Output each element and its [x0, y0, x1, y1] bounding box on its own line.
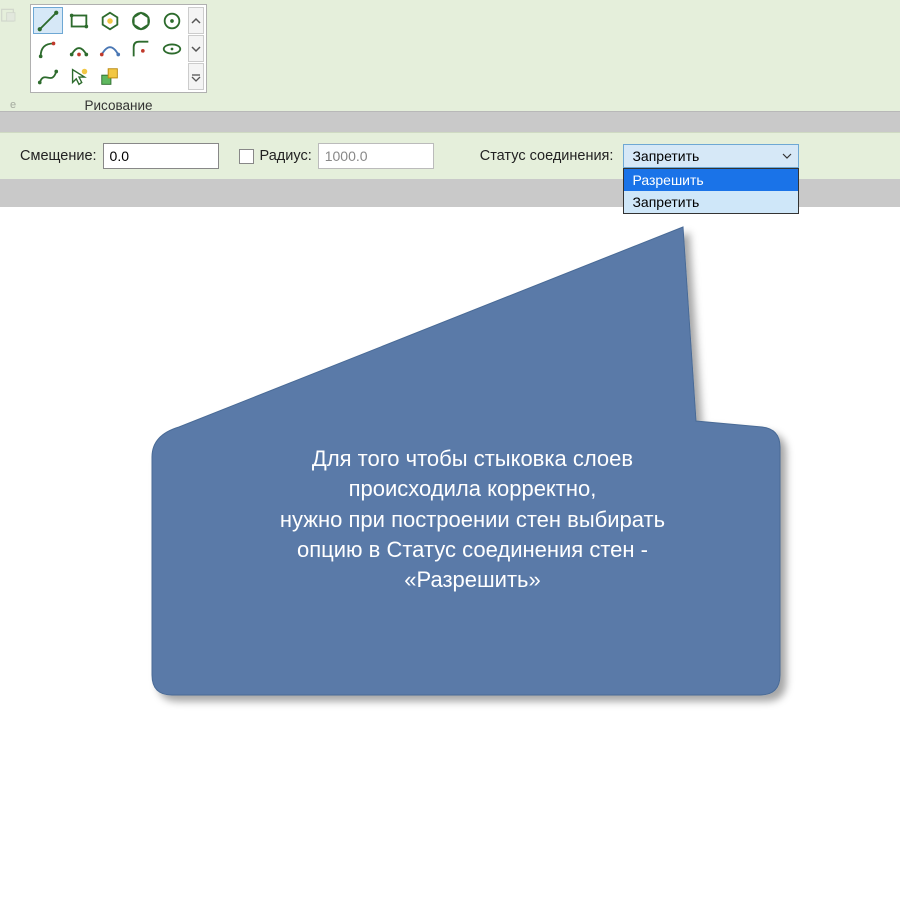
combo-option-deny[interactable]: Запретить: [624, 191, 798, 213]
ellipse-icon: [161, 38, 183, 60]
draw-panel: Рисование: [26, 0, 211, 111]
stub-letter: e: [0, 99, 26, 111]
chevron-down-icon: [191, 44, 201, 54]
expand-palette[interactable]: [188, 63, 204, 90]
tool-rectangle[interactable]: [64, 7, 94, 34]
dim-group-icon: [0, 6, 20, 26]
callout-line4: опцию в Статус соединения стен -: [175, 535, 770, 565]
tool-line[interactable]: [33, 7, 63, 34]
tool-fillet[interactable]: [126, 35, 156, 62]
connection-status-label: Статус соединения:: [480, 148, 614, 164]
radius-label: Радиус:: [260, 148, 312, 164]
tool-polygon-in[interactable]: [95, 7, 125, 34]
callout-line3: нужно при построении стен выбирать: [175, 505, 770, 535]
tool-arc-start[interactable]: [33, 35, 63, 62]
line-icon: [37, 10, 59, 32]
scroll-down[interactable]: [188, 35, 204, 62]
options-bar: Смещение: Радиус: Статус соединения: Зап…: [0, 132, 900, 179]
combo-value: Запретить: [632, 148, 699, 164]
tool-spline[interactable]: [33, 63, 63, 90]
polygon-in-icon: [99, 10, 121, 32]
radius-checkbox[interactable]: [239, 149, 254, 164]
callout-line1: Для того чтобы стыковка слоев: [175, 444, 770, 474]
tool-palette: [30, 4, 207, 93]
circle-icon: [161, 10, 183, 32]
combo-selected[interactable]: Запретить: [623, 144, 799, 168]
ribbon-separator: [0, 112, 900, 132]
tool-ellipse[interactable]: [157, 35, 187, 62]
offset-label: Смещение:: [20, 148, 97, 164]
tool-circle[interactable]: [157, 7, 187, 34]
fillet-icon: [130, 38, 152, 60]
radius-input: [318, 143, 434, 169]
chevron-up-icon: [191, 16, 201, 26]
panel-label: Рисование: [85, 93, 153, 113]
tool-box-move[interactable]: [95, 63, 125, 90]
tool-polygon-out[interactable]: [126, 7, 156, 34]
offset-input[interactable]: [103, 143, 219, 169]
callout-line2: происходила корректно,: [175, 474, 770, 504]
tool-pick[interactable]: [64, 63, 94, 90]
menu-bar-icon: [191, 72, 201, 82]
rectangle-icon: [68, 10, 90, 32]
combo-option-allow[interactable]: Разрешить: [624, 169, 798, 191]
box-move-icon: [99, 66, 121, 88]
connection-status-combo[interactable]: Запретить Разрешить Запретить: [623, 144, 799, 168]
scroll-up[interactable]: [188, 7, 204, 34]
spline-icon: [37, 66, 59, 88]
tool-arc-center[interactable]: [64, 35, 94, 62]
tool-arc-tangent[interactable]: [95, 35, 125, 62]
arc-center-icon: [68, 38, 90, 60]
arc-start-icon: [37, 38, 59, 60]
ribbon: e: [0, 0, 900, 112]
polygon-out-icon: [130, 10, 152, 32]
pick-arrow-icon: [68, 66, 90, 88]
combo-dropdown: Разрешить Запретить: [623, 168, 799, 214]
ribbon-stub: e: [0, 0, 26, 111]
callout-line5: «Разрешить»: [175, 565, 770, 595]
arc-tangent-icon: [99, 38, 121, 60]
callout-text: Для того чтобы стыковка слоев происходил…: [175, 444, 770, 596]
chevron-down-icon: [782, 151, 792, 161]
